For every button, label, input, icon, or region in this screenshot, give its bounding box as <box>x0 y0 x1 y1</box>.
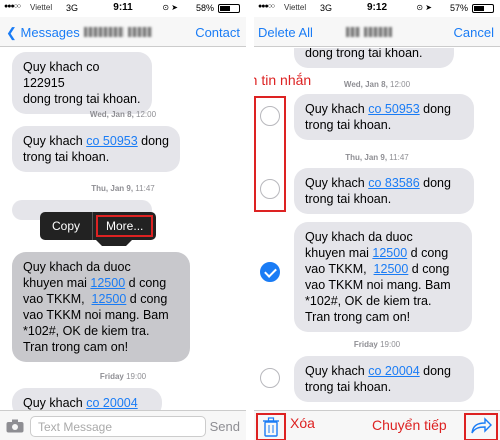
context-menu: Copy More... <box>40 212 157 246</box>
timestamp: Wed, Jan 8, 12:00 <box>89 110 157 119</box>
message-bubble[interactable]: Quy khach co 122915 dong trong tai khoan… <box>12 52 152 114</box>
send-button[interactable]: Send <box>210 419 240 434</box>
timestamp: Friday 19:00 <box>353 340 401 349</box>
compose-bar: Text Message Send <box>0 410 246 440</box>
message-line: dong trong tai khoan. <box>23 92 141 106</box>
copy-menu-item[interactable]: Copy <box>40 219 92 233</box>
message-line: Quy khach da duoc <box>23 260 131 274</box>
message-line: trong tai khoan. <box>305 192 392 206</box>
conversation-title <box>80 24 170 38</box>
message-input[interactable]: Text Message <box>30 416 206 437</box>
message-bubble[interactable]: dong trong tai khoan. <box>294 48 454 68</box>
rotation-lock-icon: ⊙ ➤ <box>416 3 432 12</box>
message-bubble[interactable]: Quy khach co 20004 <box>12 388 162 410</box>
battery-percent: 57% <box>449 3 468 13</box>
number-link[interactable]: co 20004 <box>86 396 137 410</box>
message-bubble[interactable]: Quy khach co 50953 dong trong tai khoan. <box>12 126 180 172</box>
selected-message-bubble[interactable]: Quy khach da duoc khuyen mai 12500 d con… <box>12 252 190 362</box>
message-line: dong trong tai khoan. <box>305 48 423 60</box>
timestamp: Friday 19:00 <box>99 372 147 381</box>
chevron-left-icon: ❮ <box>6 25 21 40</box>
selected-check-circle[interactable] <box>260 262 280 282</box>
battery-percent: 58% <box>195 3 214 13</box>
select-circle[interactable] <box>260 368 280 388</box>
number-link[interactable]: 12500 <box>374 262 409 276</box>
redacted-name <box>128 26 152 37</box>
message-bubble[interactable]: Quy khach co 20004 dong trong tai khoan. <box>294 356 474 402</box>
annotation-select-label: Chọn tin nhắn <box>254 72 312 88</box>
message-line: trong tai khoan. <box>305 118 392 132</box>
left-phone-screen: ●●●○○ Viettel 3G 9:11 ⊙ ➤ 58% ❮ Messages… <box>0 0 246 440</box>
navigation-bar: Delete All Cancel <box>254 17 500 47</box>
timestamp: Thu, Jan 9, 11:47 <box>91 184 155 193</box>
message-line: trong tai khoan. <box>23 150 110 164</box>
message-line: trong tai khoan. <box>305 380 392 394</box>
annotation-select-box <box>254 96 286 212</box>
camera-icon[interactable] <box>6 419 24 433</box>
redacted-name <box>364 26 392 37</box>
number-link[interactable]: 12500 <box>372 246 407 260</box>
conversation-title <box>342 24 432 38</box>
menu-pointer <box>96 240 132 246</box>
right-phone-screen: ●●●○○ Viettel 3G 9:12 ⊙ ➤ 57% Delete All… <box>254 0 500 440</box>
more-menu-item[interactable]: More... <box>96 215 154 237</box>
battery-icon <box>472 4 494 13</box>
number-link[interactable]: co 50953 <box>368 102 419 116</box>
message-line: khuyen mai 12500 d cong <box>23 276 167 290</box>
back-label: Messages <box>20 25 80 40</box>
number-link[interactable]: co 83586 <box>368 176 419 190</box>
message-line: vao TKKM noi mang. Bam <box>305 278 451 292</box>
message-line: Tran trong cam on! <box>23 340 129 354</box>
number-link[interactable]: co 20004 <box>368 364 419 378</box>
annotation-forward-label: Chuyển tiếp <box>372 417 447 433</box>
message-line: vao TKKM noi mang. Bam <box>23 308 169 322</box>
annotation-forward-box <box>464 413 498 440</box>
battery-icon <box>218 4 240 13</box>
number-link[interactable]: co 50953 <box>86 134 137 148</box>
message-line: Quy khach co 50953 dong <box>305 102 451 116</box>
rotation-lock-icon: ⊙ ➤ <box>162 3 178 12</box>
status-bar: ●●●○○ Viettel 3G 9:11 ⊙ ➤ 58% <box>0 0 246 16</box>
message-line: Quy khach co 122915 <box>23 60 100 90</box>
message-line: vao TKKM, 12500 d cong <box>305 262 450 276</box>
message-line: Quy khach co 83586 dong <box>305 176 451 190</box>
message-line: Quy khach co 20004 dong <box>305 364 451 378</box>
message-bubble[interactable]: Quy khach co 50953 dong trong tai khoan. <box>294 94 474 140</box>
message-line: vao TKKM, 12500 d cong <box>23 292 168 306</box>
message-line: Quy khach co 50953 dong <box>23 134 169 148</box>
message-line: *102#, OK de kiem tra. <box>23 324 150 338</box>
message-list-edit-mode[interactable]: dong trong tai khoan. Wed, Jan 8, 12:00 … <box>254 48 500 410</box>
redacted-name <box>84 26 124 37</box>
status-bar: ●●●○○ Viettel 3G 9:12 ⊙ ➤ 57% <box>254 0 500 16</box>
selected-message-bubble[interactable]: Quy khach da duoc khuyen mai 12500 d con… <box>294 222 472 332</box>
menu-divider <box>92 212 94 240</box>
annotation-delete-label: Xóa <box>290 415 315 431</box>
message-bubble[interactable]: Quy khach co 83586 dong trong tai khoan. <box>294 168 474 214</box>
edit-toolbar: Xóa Chuyển tiếp <box>254 410 500 440</box>
timestamp: Thu, Jan 9, 11:47 <box>345 153 409 162</box>
divider <box>246 0 254 440</box>
navigation-bar: ❮ Messages Contact <box>0 17 246 47</box>
number-link[interactable]: 12500 <box>92 292 127 306</box>
message-line: Tran trong cam on! <box>305 310 411 324</box>
annotation-delete-box <box>256 413 286 440</box>
number-link[interactable]: 12500 <box>90 276 125 290</box>
message-line: Quy khach co 20004 <box>23 396 138 410</box>
contact-button[interactable]: Contact <box>195 25 240 40</box>
redacted-name <box>346 26 360 37</box>
delete-all-button[interactable]: Delete All <box>258 25 313 40</box>
message-line: khuyen mai 12500 d cong <box>305 246 449 260</box>
message-line: Quy khach da duoc <box>305 230 413 244</box>
message-line: *102#, OK de kiem tra. <box>305 294 432 308</box>
back-button[interactable]: ❮ Messages <box>6 25 80 41</box>
cancel-button[interactable]: Cancel <box>454 25 494 40</box>
